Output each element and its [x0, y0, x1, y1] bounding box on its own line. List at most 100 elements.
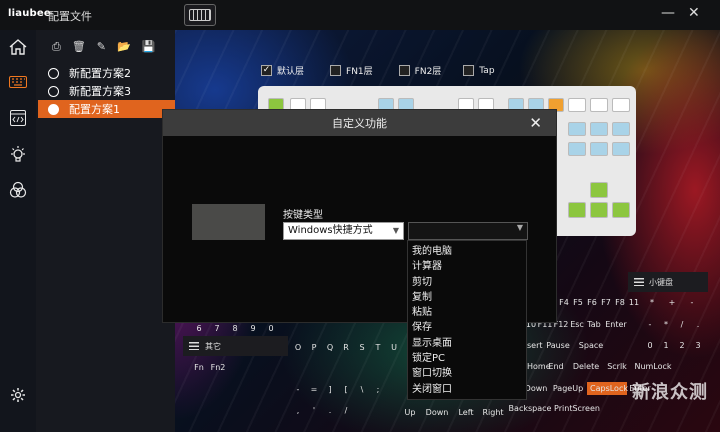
- key-label[interactable]: Fn: [190, 363, 208, 372]
- key-label[interactable]: PrintScreen: [552, 404, 602, 413]
- key-label[interactable]: 3: [690, 341, 706, 350]
- key-label[interactable]: ,: [290, 406, 306, 415]
- key-label[interactable]: F8: [613, 298, 627, 307]
- key-label[interactable]: Space: [575, 341, 607, 350]
- keyboard-key[interactable]: [590, 98, 608, 112]
- dropdown-option[interactable]: 显示桌面: [408, 336, 526, 351]
- key-label[interactable]: /: [338, 406, 354, 415]
- key-label[interactable]: -: [682, 298, 702, 307]
- key-label[interactable]: PageUp: [549, 384, 587, 393]
- dropdown-option[interactable]: 窗口切换: [408, 366, 526, 381]
- key-label[interactable]: 0: [642, 341, 658, 350]
- key-label[interactable]: Up: [400, 408, 420, 417]
- key-label[interactable]: Home: [527, 362, 551, 371]
- key-label[interactable]: R: [338, 343, 354, 352]
- key-label[interactable]: 7: [208, 324, 226, 333]
- key-label[interactable]: .: [690, 320, 706, 329]
- key-label[interactable]: -: [642, 320, 658, 329]
- key-label[interactable]: 1: [658, 341, 674, 350]
- key-label[interactable]: ]: [322, 385, 338, 394]
- keyboard-key[interactable]: [568, 202, 586, 218]
- key-label[interactable]: Enter: [603, 320, 629, 329]
- key-label-capslock[interactable]: CapsLock: [587, 382, 628, 395]
- key-label[interactable]: Backspace: [508, 404, 552, 413]
- open-folder-icon[interactable]: 📂: [117, 40, 131, 54]
- key-label[interactable]: ': [306, 406, 322, 415]
- profile-item[interactable]: 新配置方案3: [38, 82, 175, 100]
- shortcut-select[interactable]: ▼: [408, 222, 528, 240]
- layer-tap-checkbox[interactable]: Tap: [463, 64, 495, 77]
- keyboard-key[interactable]: [568, 142, 586, 156]
- dropdown-option[interactable]: 我的电脑: [408, 244, 526, 259]
- dropdown-option[interactable]: 粘贴: [408, 305, 526, 320]
- key-label[interactable]: O: [290, 343, 306, 352]
- key-label[interactable]: \: [354, 385, 370, 394]
- layer-fn1-checkbox[interactable]: FN1层: [330, 64, 373, 77]
- key-label[interactable]: T: [370, 343, 386, 352]
- keyboard-key[interactable]: [612, 142, 630, 156]
- settings-gear-icon[interactable]: [7, 384, 29, 406]
- numpad-panel-header[interactable]: 小键盘: [628, 272, 708, 292]
- key-label[interactable]: NumLock: [631, 362, 675, 371]
- color-rgb-icon[interactable]: [7, 179, 29, 201]
- key-label[interactable]: /: [674, 320, 690, 329]
- dropdown-option[interactable]: 计算器: [408, 259, 526, 274]
- keyboard-key[interactable]: [590, 202, 608, 218]
- edit-icon[interactable]: ✎: [97, 40, 106, 54]
- key-label[interactable]: Pause: [541, 341, 575, 350]
- key-label[interactable]: =: [306, 385, 322, 394]
- keyboard-key[interactable]: [590, 142, 608, 156]
- keyboard-key[interactable]: [612, 98, 630, 112]
- key-label[interactable]: Esc: [569, 320, 585, 329]
- keyboard-key[interactable]: [590, 122, 608, 136]
- minimize-button[interactable]: —: [661, 5, 675, 21]
- dropdown-option[interactable]: 锁定PC: [408, 351, 526, 366]
- key-label[interactable]: F7: [599, 298, 613, 307]
- key-label[interactable]: .: [322, 406, 338, 415]
- key-label[interactable]: sert: [527, 341, 543, 350]
- profile-item-selected[interactable]: 配置方案1: [38, 100, 175, 118]
- keyboard-key[interactable]: [568, 98, 586, 112]
- key-label[interactable]: Q: [322, 343, 338, 352]
- key-label[interactable]: 11: [627, 298, 641, 307]
- keyboard-view-button[interactable]: [184, 4, 216, 26]
- keyboard-key[interactable]: [612, 122, 630, 136]
- key-label[interactable]: Tab: [585, 320, 603, 329]
- home-icon[interactable]: [7, 36, 29, 58]
- key-label[interactable]: S: [354, 343, 370, 352]
- other-panel-header[interactable]: 其它: [183, 336, 288, 356]
- key-label[interactable]: Fn2: [208, 363, 228, 372]
- key-label[interactable]: 0: [262, 324, 280, 333]
- new-profile-icon[interactable]: ⎙: [52, 40, 61, 54]
- profile-item[interactable]: 新配置方案2: [38, 64, 175, 82]
- save-icon[interactable]: 💾: [142, 40, 156, 54]
- key-label[interactable]: Down: [420, 408, 454, 417]
- keyboard-key[interactable]: [590, 182, 608, 198]
- key-label[interactable]: P: [306, 343, 322, 352]
- key-label[interactable]: *: [658, 320, 674, 329]
- close-window-button[interactable]: ✕: [688, 5, 700, 21]
- lighting-bulb-icon[interactable]: [7, 143, 29, 165]
- key-label[interactable]: U: [386, 343, 402, 352]
- key-label[interactable]: F6: [585, 298, 599, 307]
- key-label[interactable]: 9: [244, 324, 262, 333]
- key-type-select[interactable]: Windows快捷方式 ▼: [283, 222, 404, 240]
- dropdown-option[interactable]: 关闭窗口: [408, 382, 526, 397]
- keyboard-key[interactable]: [568, 122, 586, 136]
- macro-code-icon[interactable]: [7, 107, 29, 129]
- dropdown-option[interactable]: 复制: [408, 290, 526, 305]
- key-label[interactable]: Left: [454, 408, 478, 417]
- layer-fn2-checkbox[interactable]: FN2层: [398, 64, 441, 77]
- key-label[interactable]: F4: [557, 298, 571, 307]
- key-label[interactable]: +: [662, 298, 682, 307]
- dialog-close-button[interactable]: ✕: [529, 114, 542, 132]
- key-label[interactable]: F5: [571, 298, 585, 307]
- key-label[interactable]: 2: [674, 341, 690, 350]
- key-label[interactable]: -: [290, 385, 306, 394]
- dropdown-option[interactable]: 剪切: [408, 275, 526, 290]
- keyboard-icon[interactable]: [7, 71, 29, 93]
- key-label[interactable]: Delete: [569, 362, 603, 371]
- key-label[interactable]: ;: [370, 385, 386, 394]
- key-label[interactable]: End: [543, 362, 569, 371]
- key-label[interactable]: Scrlk: [603, 362, 631, 371]
